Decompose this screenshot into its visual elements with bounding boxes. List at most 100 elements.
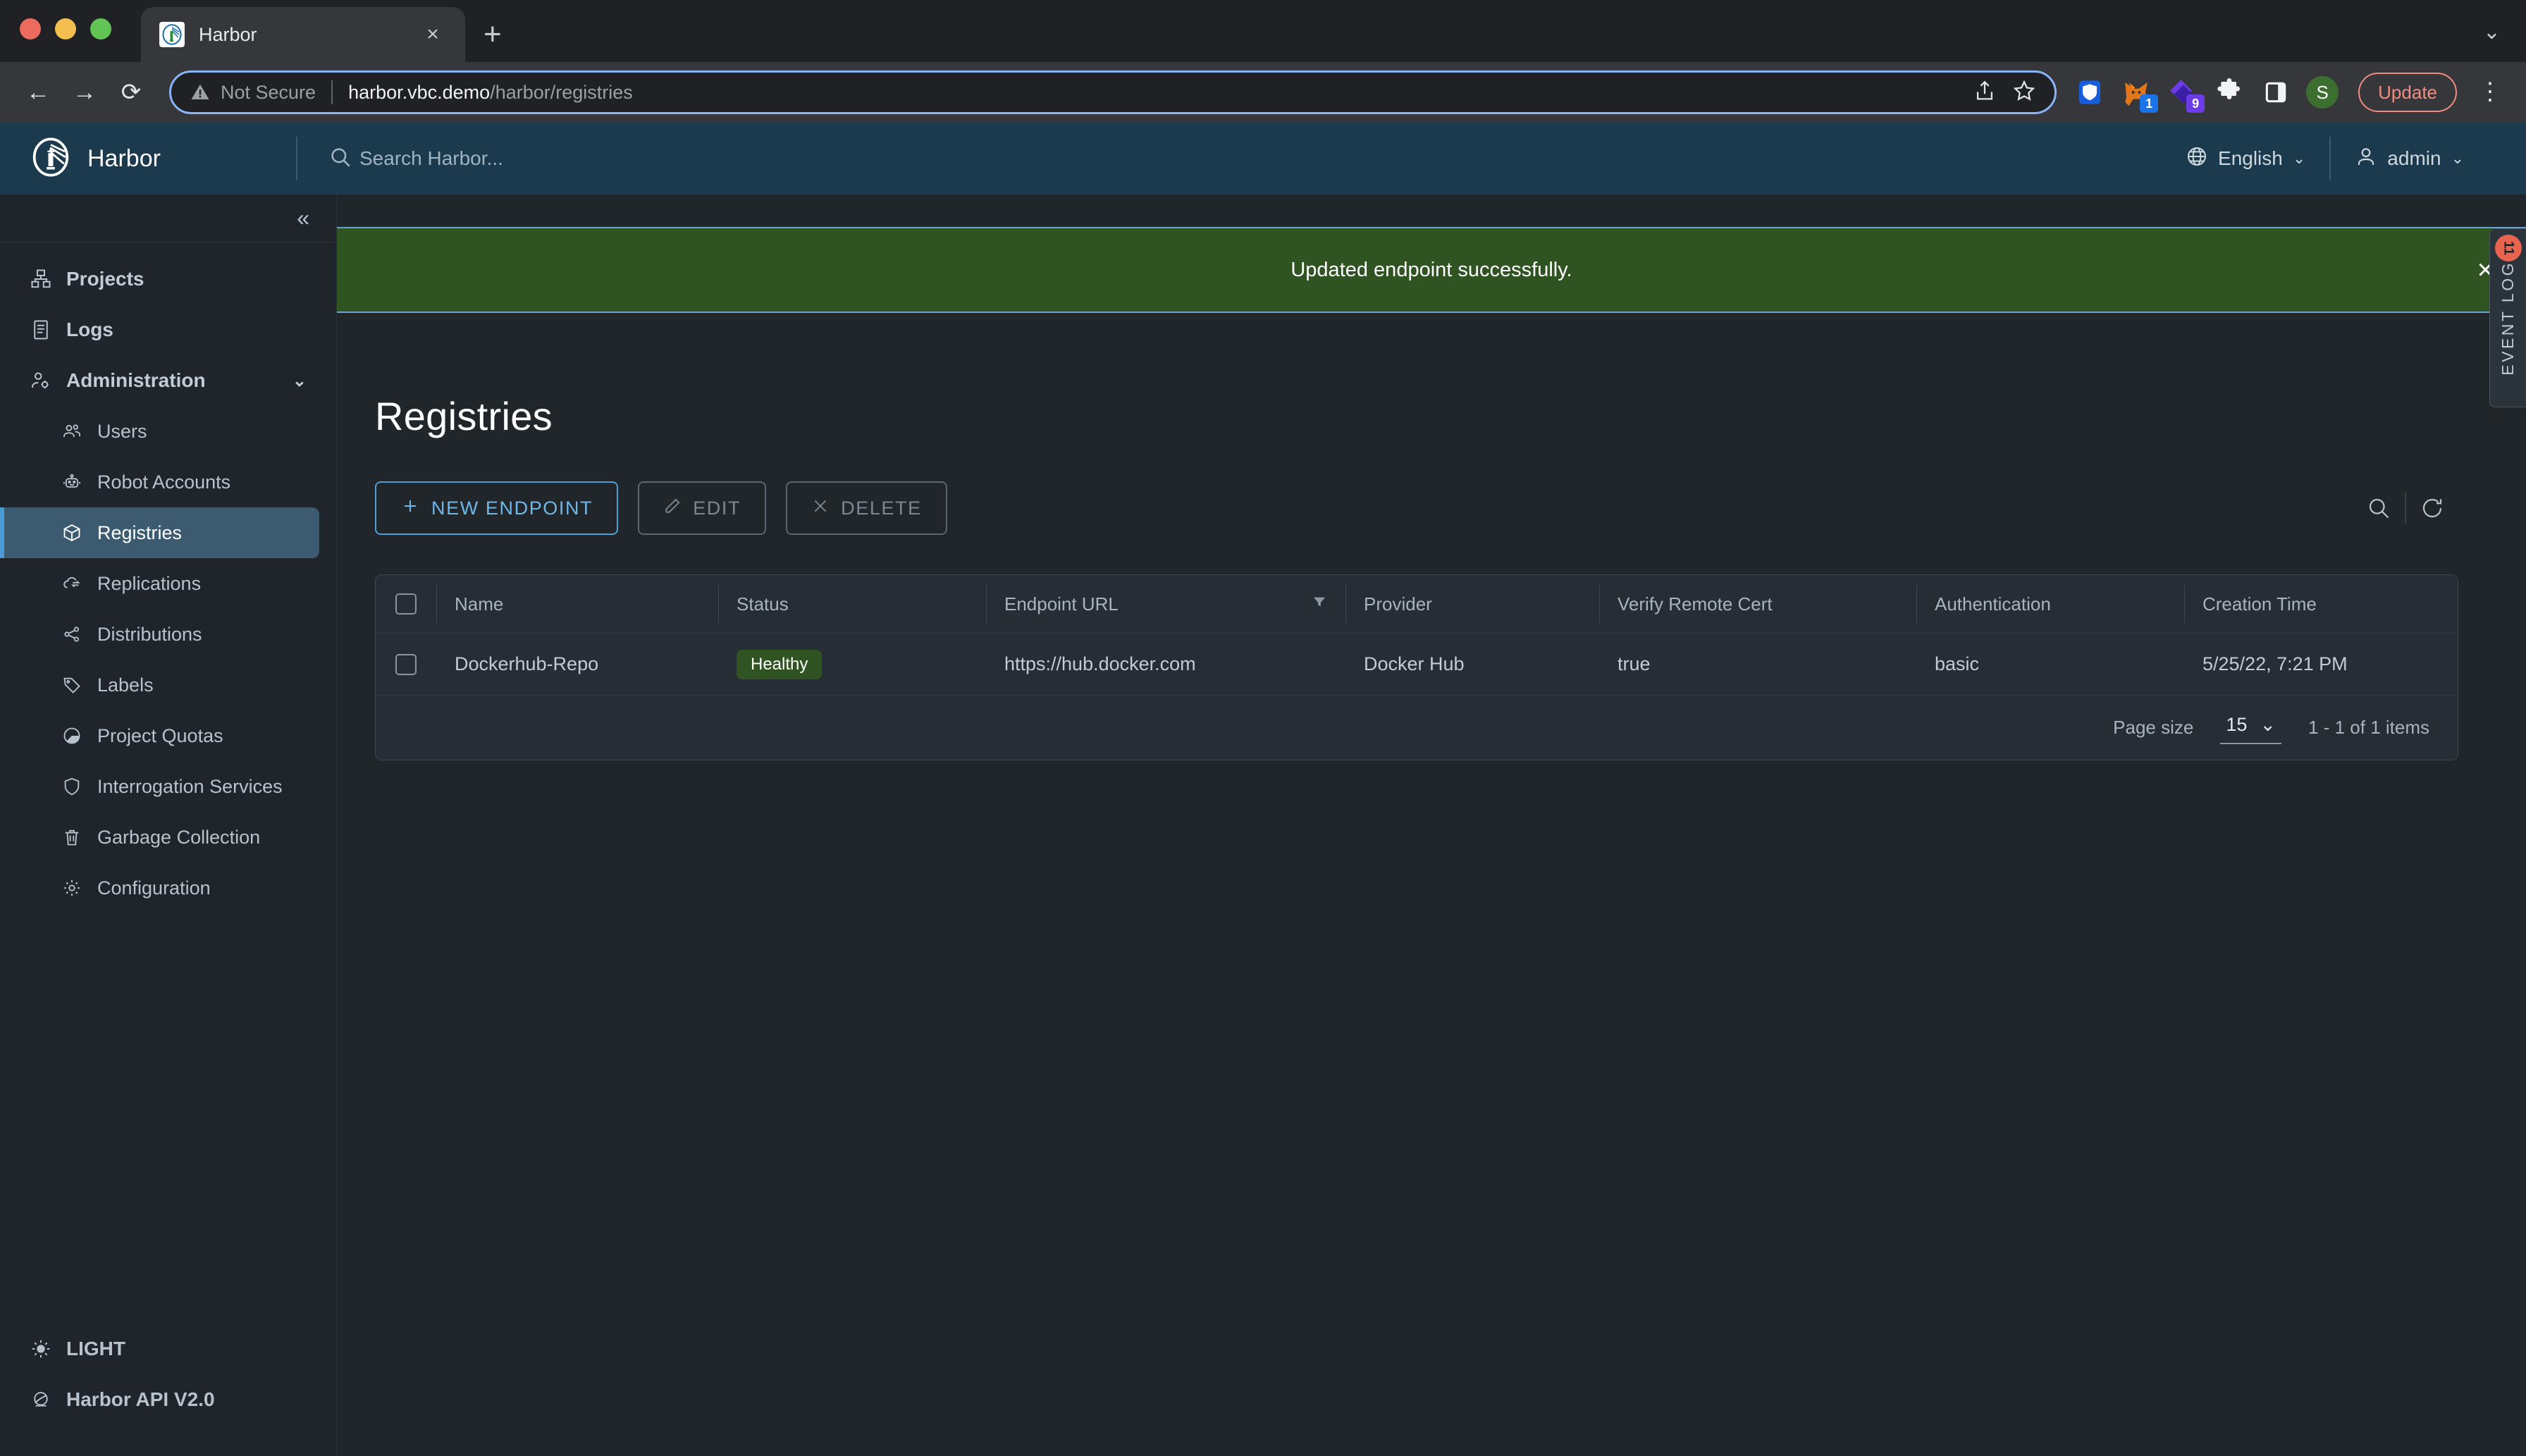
url-host: harbor.vbc.demo	[348, 81, 491, 103]
row-checkbox[interactable]	[395, 653, 417, 675]
metamask-extension-icon[interactable]: 1	[2120, 76, 2159, 113]
api-icon	[30, 1388, 52, 1411]
language-label: English	[2218, 147, 2283, 169]
sidebar-item-label: Labels	[97, 674, 154, 696]
global-search[interactable]: Search Harbor...	[297, 145, 2162, 173]
cell-provider: Docker Hub	[1364, 653, 1465, 674]
sidebar-item-harbor-api[interactable]: Harbor API V2.0	[0, 1374, 336, 1425]
harbor-app: Harbor Search Harbor... English ⌄ admin …	[0, 123, 2526, 1456]
collapse-sidebar-icon[interactable]: «	[297, 205, 309, 231]
sidebar-item-projects[interactable]: Projects	[0, 254, 336, 304]
page-size-label: Page size	[2113, 717, 2194, 738]
column-header-authentication[interactable]: Authentication	[1916, 575, 2184, 633]
event-log-badge: 11	[2494, 235, 2522, 261]
share-icon[interactable]	[1973, 79, 1997, 106]
sidebar-item-replications[interactable]: Replications	[0, 558, 336, 609]
sidebar-item-label: Configuration	[97, 877, 211, 899]
page-size-value: 15	[2226, 714, 2248, 735]
chevron-down-icon[interactable]: ⌄	[2483, 20, 2501, 44]
sidebar-item-label: Registries	[97, 522, 183, 543]
forward-button[interactable]: →	[63, 71, 106, 113]
sidebar-item-interrogation-services[interactable]: Interrogation Services	[0, 761, 336, 812]
tab-close-icon[interactable]: ×	[419, 23, 447, 47]
sidebar-item-distributions[interactable]: Distributions	[0, 609, 336, 660]
delete-button[interactable]: DELETE	[786, 481, 947, 535]
column-header-creation-time[interactable]: Creation Time	[2184, 575, 2458, 633]
quotas-pie-icon	[61, 724, 83, 747]
extension-icons: 1 9 S Update ⋮	[2074, 73, 2509, 113]
sidebar-collapse-bar[interactable]: «	[0, 195, 336, 242]
cell-endpoint-url: https://hub.docker.com	[1004, 653, 1196, 674]
search-icon[interactable]	[2353, 482, 2405, 534]
window-maximize-button[interactable]	[90, 18, 111, 39]
sidebar-item-theme-toggle[interactable]: LIGHT	[0, 1324, 336, 1374]
cell-creation-time: 5/25/22, 7:21 PM	[2202, 653, 2348, 674]
back-button[interactable]: ←	[17, 71, 59, 113]
sidebar-item-users[interactable]: Users	[0, 406, 336, 457]
refresh-icon[interactable]	[2406, 482, 2458, 534]
sidebar-item-labels[interactable]: Labels	[0, 660, 336, 710]
new-endpoint-button[interactable]: NEW ENDPOINT	[375, 481, 619, 535]
select-all-header[interactable]	[376, 575, 436, 633]
page-size-select[interactable]: 15 ⌄	[2220, 711, 2282, 744]
language-selector[interactable]: English ⌄	[2162, 145, 2329, 173]
row-select-cell[interactable]	[376, 653, 436, 675]
chevron-down-icon[interactable]: ⌄	[292, 371, 307, 391]
harbor-brand[interactable]: Harbor	[0, 137, 296, 180]
select-all-checkbox[interactable]	[395, 593, 417, 615]
column-header-verify-remote-cert[interactable]: Verify Remote Cert	[1599, 575, 1916, 633]
app-body: « Projects Logs Administration ⌄ Users R…	[0, 195, 2526, 1456]
sidebar-item-label: Project Quotas	[97, 724, 223, 746]
success-alert: Updated endpoint successfully. ×	[337, 227, 2526, 313]
username-label: admin	[2387, 147, 2441, 169]
sidebar-item-registries[interactable]: Registries	[0, 507, 319, 558]
star-icon[interactable]	[2012, 79, 2036, 106]
sidebar-item-label: Administration	[66, 369, 206, 391]
sidebar-item-label: Users	[97, 420, 147, 442]
update-button[interactable]: Update	[2358, 73, 2457, 112]
labels-tag-icon	[61, 674, 83, 696]
bitwarden-extension-icon[interactable]	[2074, 76, 2106, 109]
metamask-badge: 1	[2140, 94, 2159, 113]
column-header-endpoint-url[interactable]: Endpoint URL	[986, 575, 1345, 633]
column-header-provider[interactable]: Provider	[1345, 575, 1599, 633]
reload-button[interactable]: ⟳	[110, 71, 152, 113]
sidebar-item-configuration[interactable]: Configuration	[0, 863, 336, 913]
harbor-header: Harbor Search Harbor... English ⌄ admin …	[0, 123, 2526, 195]
search-icon	[328, 145, 352, 173]
user-icon	[2355, 145, 2377, 173]
sidebar-item-label: Harbor API V2.0	[66, 1388, 215, 1410]
kebab-menu-icon[interactable]: ⋮	[2471, 80, 2509, 104]
filter-icon[interactable]	[1312, 594, 1327, 614]
extensions-puzzle-icon[interactable]	[2213, 76, 2245, 109]
sidebar-item-label: Replications	[97, 572, 202, 594]
users-icon	[61, 420, 83, 443]
table-tools	[2353, 482, 2458, 534]
profile-avatar[interactable]: S	[2306, 76, 2339, 109]
browser-tab-harbor[interactable]: Harbor ×	[141, 7, 465, 62]
sidebar-item-robot-accounts[interactable]: Robot Accounts	[0, 457, 336, 507]
new-tab-button[interactable]: +	[483, 17, 502, 52]
column-header-status[interactable]: Status	[718, 575, 986, 633]
address-bar[interactable]: Not Secure harbor.vbc.demo /harbor/regis…	[169, 70, 2057, 114]
window-minimize-button[interactable]	[55, 18, 76, 39]
window-close-button[interactable]	[20, 18, 41, 39]
table-row[interactable]: Dockerhub-Repo Healthy https://hub.docke…	[376, 633, 2458, 695]
items-range-label: 1 - 1 of 1 items	[2308, 717, 2429, 738]
sidebar-item-administration[interactable]: Administration ⌄	[0, 355, 336, 406]
event-log-tab[interactable]: 11 EVENT LOG	[2489, 228, 2526, 407]
sidebar-item-logs[interactable]: Logs	[0, 304, 336, 355]
side-panel-icon[interactable]	[2260, 76, 2292, 109]
sidebar-item-label: Interrogation Services	[97, 775, 283, 797]
page-title: Registries	[375, 394, 553, 438]
new-endpoint-label: NEW ENDPOINT	[431, 497, 593, 519]
user-menu[interactable]: admin ⌄	[2331, 145, 2488, 173]
sidebar-item-garbage-collection[interactable]: Garbage Collection	[0, 812, 336, 863]
shield-icon	[61, 775, 83, 798]
sidebar-item-label: Garbage Collection	[97, 826, 261, 848]
phantom-extension-icon[interactable]: 9	[2167, 76, 2205, 113]
sidebar-item-label: Projects	[66, 268, 144, 290]
sidebar-item-project-quotas[interactable]: Project Quotas	[0, 710, 336, 761]
column-header-name[interactable]: Name	[436, 575, 718, 633]
edit-button[interactable]: EDIT	[638, 481, 767, 535]
